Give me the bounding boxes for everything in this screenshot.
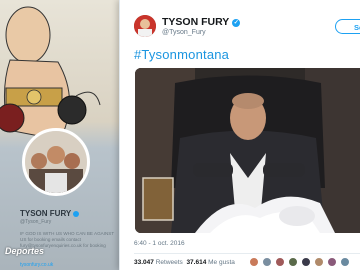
liker-avatar[interactable] (301, 257, 311, 267)
liker-avatar[interactable] (327, 257, 337, 267)
verified-badge-icon (73, 210, 80, 217)
tweet-hashtag[interactable]: #Tysonmontana (134, 47, 229, 62)
verified-badge-icon: ✓ (232, 19, 241, 27)
liker-avatar[interactable] (249, 257, 259, 267)
tweet-card: TYSON FURY✓ @Tyson_Fury Seg #Tysonmontan… (119, 0, 360, 270)
tweet-photo[interactable] (135, 68, 360, 233)
author-avatar[interactable] (134, 15, 156, 37)
background-profile-photo (22, 128, 90, 196)
background-profile-link[interactable]: tysonfury.co.uk (20, 262, 53, 268)
follow-button[interactable]: Seg (335, 19, 360, 34)
background-profile-handle: @Tyson_Fury (20, 219, 52, 225)
background-profile-name: TYSON FURY (20, 209, 80, 218)
author-name[interactable]: TYSON FURY ✓ (162, 16, 241, 28)
stats-divider (134, 253, 360, 254)
liker-avatar[interactable] (314, 257, 324, 267)
liker-avatar[interactable] (275, 257, 285, 267)
liker-avatar[interactable] (340, 257, 350, 267)
likes-count[interactable]: 37.614 (186, 259, 206, 266)
retweets-label[interactable]: Retweets (156, 259, 183, 266)
liker-avatar[interactable] (262, 257, 272, 267)
likes-label[interactable]: Me gusta (208, 259, 235, 266)
retweets-count[interactable]: 33.047 (134, 259, 154, 266)
broadcaster-watermark: Deportes (5, 246, 45, 256)
author-handle[interactable]: @Tyson_Fury (162, 29, 206, 36)
tweet-timestamp[interactable]: 6:40 - 1 oct. 2016 (134, 240, 185, 247)
liker-avatar[interactable] (288, 257, 298, 267)
tweet-stats: 33.047 Retweets 37.614 Me gusta (134, 259, 235, 266)
